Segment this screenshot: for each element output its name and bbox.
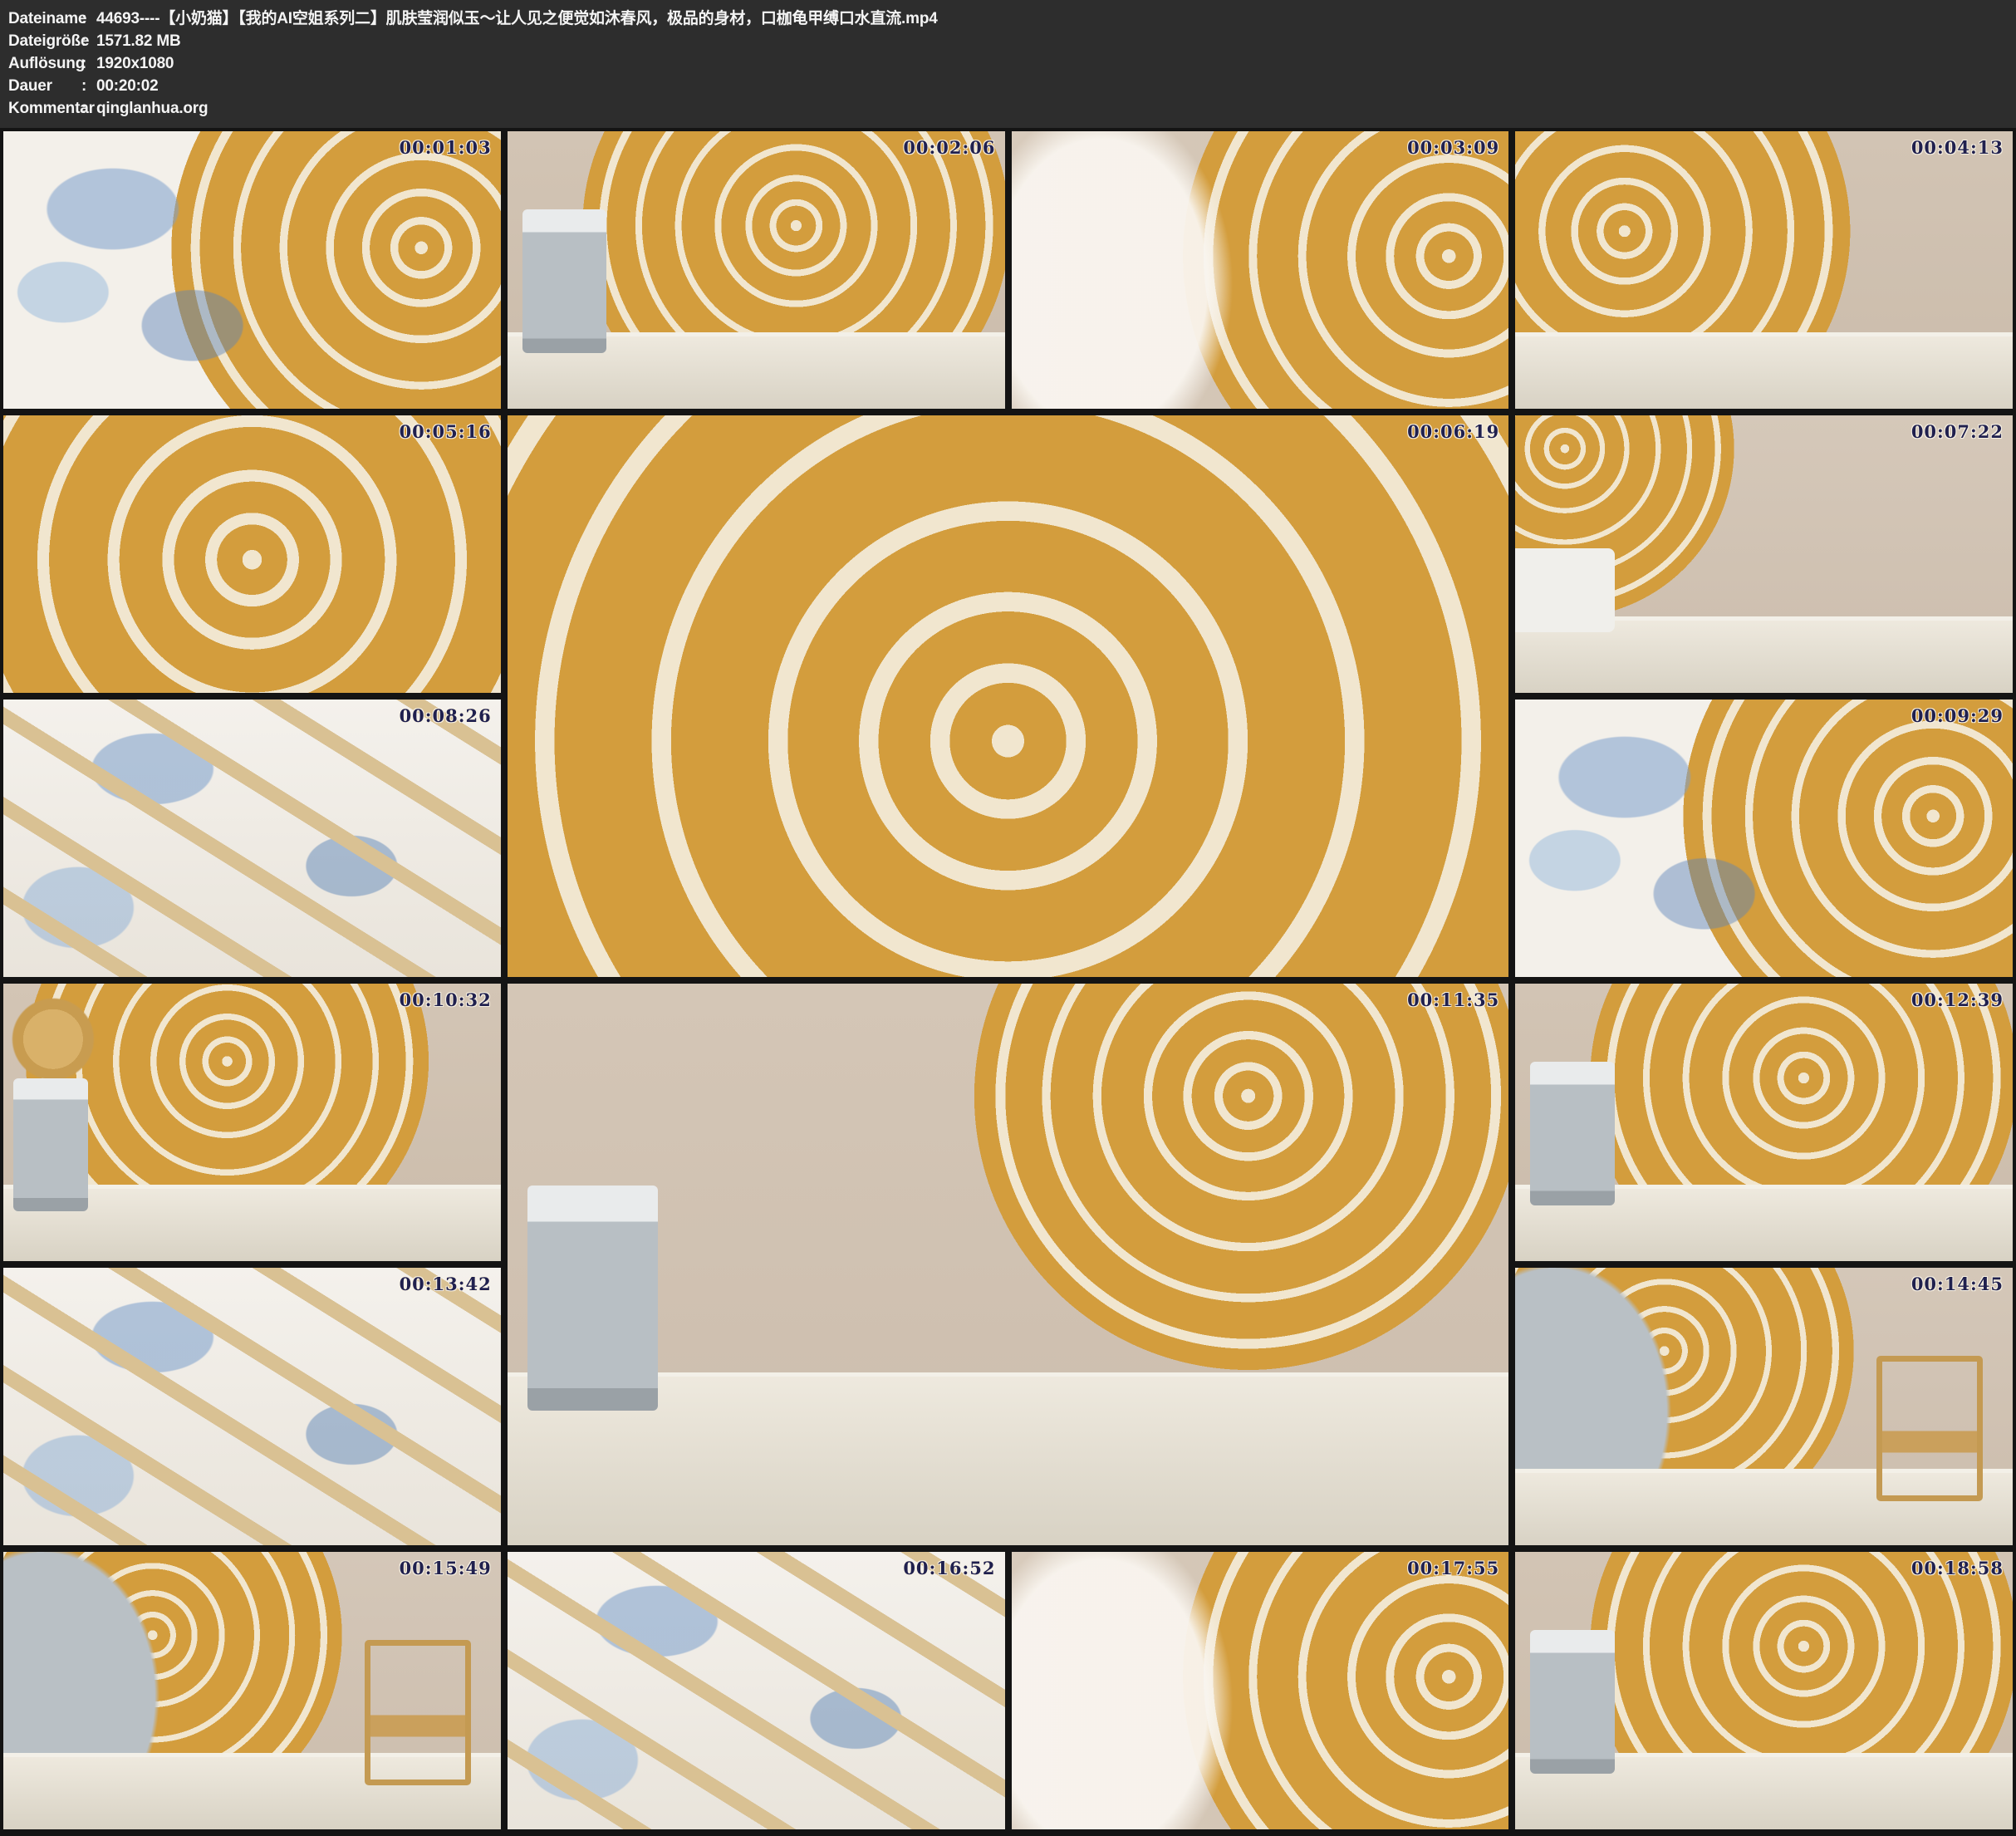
field-label: Dateigröße (8, 30, 81, 52)
timestamp-label: 00:10:32 (400, 989, 492, 1010)
timestamp-label: 00:04:13 (1911, 137, 2004, 158)
video-thumbnail: 00:08:26 (3, 700, 501, 977)
thumbnail-grid: 00:01:03 00:02:06 00:03:09 00:04:13 00:0… (0, 128, 2016, 1836)
duration-value: 00:20:02 (96, 75, 2008, 97)
timestamp-label: 00:14:45 (1911, 1274, 2004, 1294)
timestamp-label: 00:12:39 (1911, 989, 2004, 1010)
video-thumbnail: 00:12:39 (1515, 984, 2013, 1261)
timestamp-label: 00:09:29 (1911, 705, 2004, 726)
timestamp-label: 00:01:03 (400, 137, 492, 158)
timestamp-label: 00:02:06 (903, 137, 995, 158)
timestamp-label: 00:03:09 (1407, 137, 1499, 158)
metadata-row-duration: Dauer : 00:20:02 (8, 75, 2008, 97)
field-separator: : (81, 7, 96, 30)
timestamp-label: 00:05:16 (400, 421, 492, 442)
video-thumbnail: 00:05:16 (3, 415, 501, 693)
video-thumbnail: 00:15:49 (3, 1552, 501, 1829)
metadata-row-resolution: Auflösung : 1920x1080 (8, 52, 2008, 75)
comment-value: qinglanhua.org (96, 97, 2008, 120)
file-info-header: Dateiname : 44693----【小奶猫】【我的AI空姐系列二】肌肤莹… (0, 0, 2016, 128)
video-thumbnail: 00:13:42 (3, 1268, 501, 1545)
video-thumbnail: 00:10:32 (3, 984, 501, 1261)
video-thumbnail: 00:07:22 (1515, 415, 2013, 693)
video-thumbnail: 00:14:45 (1515, 1268, 2013, 1545)
video-thumbnail-large: 00:11:35 (508, 984, 1509, 1545)
metadata-row-filename: Dateiname : 44693----【小奶猫】【我的AI空姐系列二】肌肤莹… (8, 7, 2008, 30)
timestamp-label: 00:15:49 (400, 1558, 492, 1578)
field-separator: : (81, 75, 96, 97)
video-thumbnail: 00:16:52 (508, 1552, 1005, 1829)
timestamp-label: 00:07:22 (1911, 421, 2004, 442)
timestamp-label: 00:17:55 (1407, 1558, 1499, 1578)
video-thumbnail: 00:03:09 (1012, 131, 1509, 409)
timestamp-label: 00:08:26 (400, 705, 492, 726)
field-label: Dateiname (8, 7, 81, 30)
field-separator: : (81, 52, 96, 75)
video-thumbnail-large: 00:06:19 (508, 415, 1509, 977)
video-thumbnail: 00:02:06 (508, 131, 1005, 409)
field-label: Dauer (8, 75, 81, 97)
video-thumbnail: 00:18:58 (1515, 1552, 2013, 1829)
field-label: Auflösung (8, 52, 81, 75)
timestamp-label: 00:13:42 (400, 1274, 492, 1294)
resolution-value: 1920x1080 (96, 52, 2008, 75)
video-thumbnail: 00:01:03 (3, 131, 501, 409)
metadata-row-comment: Kommentar : qinglanhua.org (8, 97, 2008, 120)
timestamp-label: 00:11:35 (1407, 989, 1499, 1010)
field-separator: : (81, 97, 96, 120)
metadata-row-filesize: Dateigröße : 1571.82 MB (8, 30, 2008, 52)
video-thumbnail: 00:04:13 (1515, 131, 2013, 409)
timestamp-label: 00:06:19 (1407, 421, 1499, 442)
video-thumbnail: 00:09:29 (1515, 700, 2013, 977)
filename-value: 44693----【小奶猫】【我的AI空姐系列二】肌肤莹润似玉～让人见之便觉如沐… (96, 7, 2008, 30)
timestamp-label: 00:18:58 (1911, 1558, 2004, 1578)
timestamp-label: 00:16:52 (903, 1558, 995, 1578)
video-thumbnail: 00:17:55 (1012, 1552, 1509, 1829)
field-separator: : (81, 30, 96, 52)
field-label: Kommentar (8, 97, 81, 120)
filesize-value: 1571.82 MB (96, 30, 2008, 52)
